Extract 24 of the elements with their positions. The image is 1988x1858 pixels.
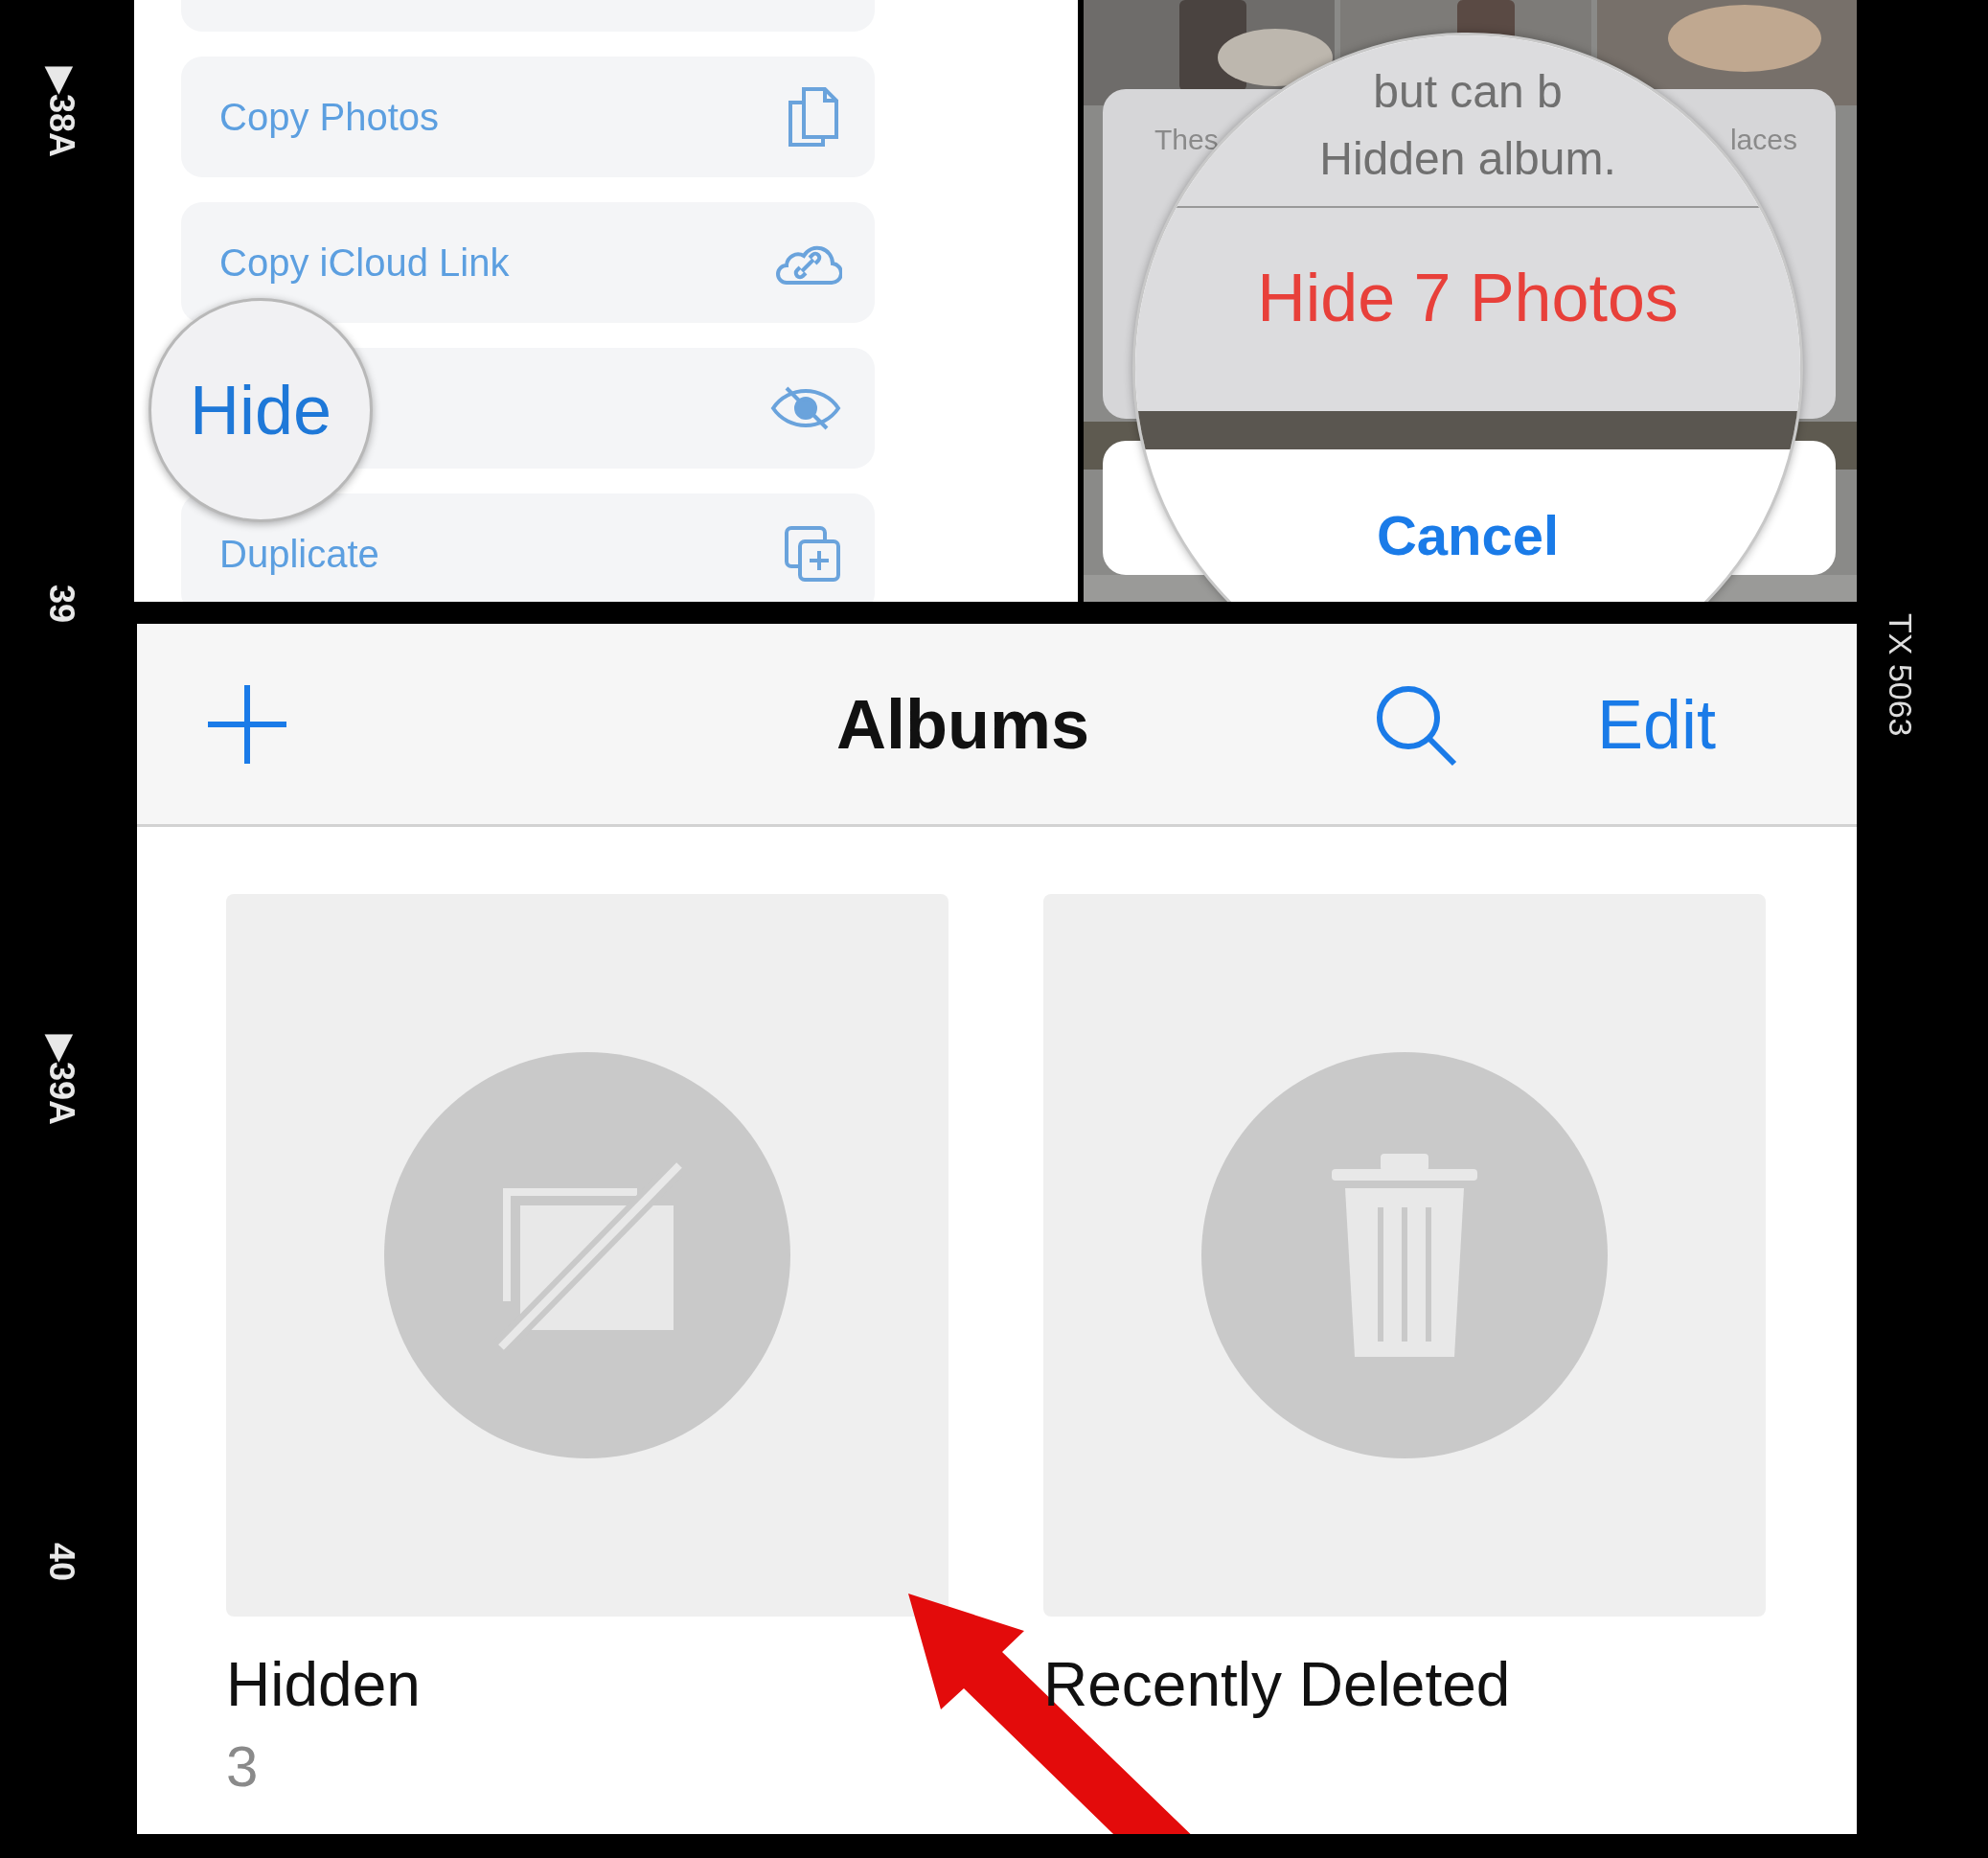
menu-row[interactable]: Duplicate (181, 493, 875, 602)
film-frame-number: ▶39A (41, 1035, 81, 1126)
album-name: Recently Deleted (1043, 1649, 1511, 1720)
album-name: Hidden (226, 1649, 421, 1720)
film-frame-number: ▶38A (41, 67, 81, 158)
duplicate-icon (783, 524, 842, 584)
eye-slash-icon (769, 384, 842, 432)
cancel-button[interactable]: Cancel (1376, 503, 1560, 567)
magnified-label: Hide (189, 371, 332, 449)
alert-message: Hidden album. (1319, 132, 1616, 186)
menu-row[interactable]: Copy iCloud Link (181, 202, 875, 323)
album-thumbnail[interactable] (1043, 894, 1766, 1617)
screen-title: Albums (836, 684, 1090, 764)
hide-photos-button[interactable]: Hide 7 Photos (1257, 260, 1679, 336)
menu-row[interactable]: Copy Photos (181, 57, 875, 177)
film-frame-number: TX 5063 (1882, 613, 1919, 737)
album-count: 3 (226, 1733, 260, 1800)
album-thumbnail[interactable] (226, 894, 948, 1617)
alert-message: laces (1729, 124, 1797, 156)
film-frame-number: 39 (41, 585, 81, 624)
alert-message: Thes (1154, 124, 1219, 156)
film-frame-number: 40 (41, 1543, 81, 1582)
alert-message: but can b (1373, 65, 1563, 119)
edit-button[interactable]: Edit (1597, 684, 1717, 764)
